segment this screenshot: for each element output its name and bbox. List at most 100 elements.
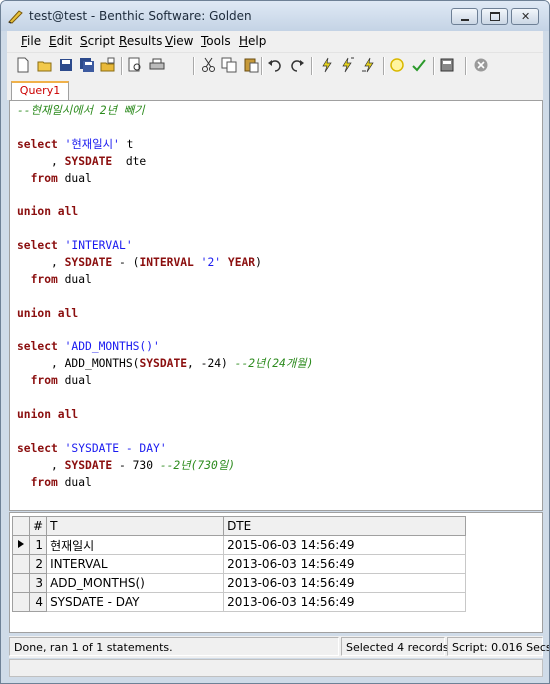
code-line: union all (17, 204, 313, 221)
open-script-icon[interactable] (100, 57, 116, 73)
menu-results[interactable]: Results (119, 34, 162, 48)
tab-query1[interactable]: Query1 (11, 81, 69, 100)
new-file-icon[interactable] (15, 57, 31, 73)
cell-dte[interactable]: 2013-06-03 14:56:49 (223, 554, 467, 574)
print-preview-icon[interactable] (127, 57, 143, 73)
code-line: select 'ADD_MONTHS()' (17, 339, 313, 356)
sql-comment: --2년(24개월) (234, 357, 314, 371)
print-icon[interactable] (149, 57, 165, 73)
copy-icon[interactable] (221, 57, 237, 73)
sql-text: , (17, 256, 65, 270)
cell-t[interactable]: ADD_MONTHS() (46, 573, 225, 593)
toolbar-separator (193, 57, 195, 75)
status-bar: Done, ran 1 of 1 statements. Selected 4 … (9, 636, 549, 658)
table-row[interactable]: 1 현재일시 2015-06-03 14:56:49 (12, 535, 467, 555)
sql-comment: --2년(730일) (159, 458, 236, 472)
undo-icon[interactable] (267, 57, 283, 73)
sql-keyword: union all (17, 306, 79, 320)
horizontal-scrollbar[interactable] (9, 659, 543, 677)
status-message: Done, ran 1 of 1 statements. (9, 637, 339, 656)
sql-text: - 730 (112, 458, 160, 472)
maximize-button[interactable] (481, 8, 508, 25)
sql-editor[interactable]: --현재일시에서 2년 빼기 select '현재일시' t , SYSDATE … (9, 100, 543, 511)
table-row[interactable]: 4 SYSDATE - DAY 2013-06-03 14:56:49 (12, 592, 467, 612)
title-bar[interactable]: test@test - Benthic Software: Golden (1, 1, 549, 31)
open-folder-icon[interactable] (37, 57, 53, 73)
row-indicator (12, 592, 30, 612)
execute-all-icon[interactable] (339, 57, 355, 73)
sql-text: dual (57, 272, 92, 286)
sql-text: dual (57, 475, 92, 489)
paste-icon[interactable] (243, 57, 259, 73)
sql-text: , ADD_MONTHS( (17, 357, 140, 371)
sql-string: '현재일시' (64, 137, 120, 151)
rollback-icon[interactable] (411, 57, 427, 73)
results-grid[interactable]: # T DTE 1 현재일시 2015-06-03 14:56:49 2 INTERVA… (9, 512, 543, 633)
code-line: , SYSDATE - 730 --2년(730일) (17, 458, 313, 475)
cell-num[interactable]: 2 (28, 554, 48, 574)
results-table: # T DTE 1 현재일시 2015-06-03 14:56:49 2 INTERVA… (12, 516, 467, 612)
code-line: union all (17, 407, 313, 424)
cut-icon[interactable] (201, 57, 217, 73)
status-timing: Script: 0.016 Secs (447, 637, 549, 656)
sql-text: dte (112, 154, 147, 168)
cell-num[interactable]: 3 (28, 573, 48, 593)
commit-icon[interactable] (389, 57, 405, 73)
sql-keyword: select (17, 441, 65, 455)
menu-tools[interactable]: Tools (201, 34, 231, 48)
toolbar-separator (465, 57, 467, 75)
toolbar-separator (311, 57, 313, 75)
save-all-icon[interactable] (79, 57, 95, 73)
redo-icon[interactable] (289, 57, 305, 73)
current-row-indicator-icon (12, 535, 30, 555)
table-row[interactable]: 3 ADD_MONTHS() 2013-06-03 14:56:49 (12, 573, 467, 593)
stop-icon[interactable] (473, 57, 489, 73)
table-header-row: # T DTE (12, 516, 467, 536)
menu-help[interactable]: Help (239, 34, 266, 48)
close-button[interactable] (511, 8, 539, 25)
code-line: , SYSDATE - (INTERVAL '2' YEAR) (17, 255, 313, 272)
menu-script[interactable]: Script (80, 34, 115, 48)
sql-keyword: from (17, 272, 58, 286)
menu-bar: File Edit Script Results View Tools Help (7, 31, 543, 52)
sql-keyword: SYSDATE (64, 458, 113, 472)
cell-num[interactable]: 4 (28, 592, 48, 612)
execute-step-icon[interactable] (361, 57, 377, 73)
execute-icon[interactable] (319, 57, 335, 73)
cell-t[interactable]: SYSDATE - DAY (46, 592, 225, 612)
minimize-button[interactable] (451, 8, 478, 25)
menu-view[interactable]: View (165, 34, 193, 48)
sql-text: t (119, 137, 134, 151)
sql-keyword: YEAR (227, 256, 256, 270)
cell-num[interactable]: 1 (28, 535, 48, 555)
sql-text: - ( (112, 256, 140, 270)
code-line: from dual (17, 475, 313, 492)
cell-t[interactable]: 현재일시 (46, 535, 225, 555)
column-header-dte[interactable]: DTE (223, 516, 467, 536)
sql-keyword: SYSDATE (64, 256, 113, 270)
tab-strip: Query1 (7, 78, 543, 100)
column-header-num[interactable]: # (28, 516, 48, 536)
app-logo-icon (8, 10, 23, 24)
cell-dte[interactable]: 2015-06-03 14:56:49 (223, 535, 467, 555)
menu-edit[interactable]: Edit (49, 34, 72, 48)
cell-dte[interactable]: 2013-06-03 14:56:49 (223, 592, 467, 612)
code-content[interactable]: --현재일시에서 2년 빼기 select '현재일시' t , SYSDATE … (17, 103, 313, 491)
cell-dte[interactable]: 2013-06-03 14:56:49 (223, 573, 467, 593)
table-row[interactable]: 2 INTERVAL 2013-06-03 14:56:49 (12, 554, 467, 574)
sql-text: dual (57, 374, 92, 388)
save-icon[interactable] (58, 57, 74, 73)
toolbar-separator (261, 57, 263, 75)
code-line: from dual (17, 373, 313, 390)
menu-file[interactable]: File (21, 34, 41, 48)
column-header-t[interactable]: T (46, 516, 225, 536)
explain-plan-icon[interactable] (439, 57, 455, 73)
cell-t[interactable]: INTERVAL (46, 554, 225, 574)
window-title: test@test - Benthic Software: Golden (29, 9, 252, 23)
sql-string: 'SYSDATE - DAY' (64, 441, 167, 455)
